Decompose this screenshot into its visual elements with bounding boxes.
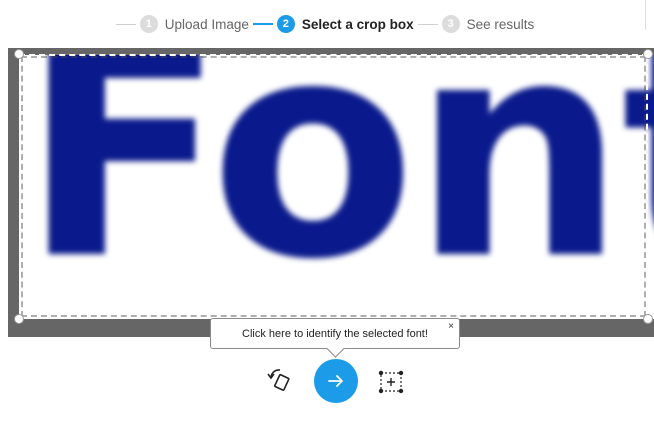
crop-handle-top-left[interactable] (14, 49, 24, 59)
step-select-crop-box[interactable]: 2 Select a crop box (276, 15, 414, 33)
step-connector (252, 23, 273, 25)
crop-handle-bottom-left[interactable] (14, 314, 24, 324)
identify-font-button[interactable] (314, 359, 358, 403)
identify-font-tooltip: Click here to identify the selected font… (210, 318, 460, 349)
step-connector (417, 23, 438, 25)
add-crop-box-button[interactable] (378, 370, 404, 394)
close-icon[interactable]: × (448, 321, 454, 332)
tooltip-text: Click here to identify the selected font… (242, 327, 428, 340)
step-label: See results (466, 16, 535, 32)
add-crop-box-icon (378, 370, 404, 394)
step-upload-image[interactable]: 1 Upload Image (139, 15, 249, 33)
rotate-button[interactable] (265, 364, 295, 394)
stepper: 1 Upload Image 2 Select a crop box 3 See… (0, 0, 654, 48)
step-number: 1 (139, 15, 158, 33)
crop-box[interactable] (19, 54, 648, 319)
step-number: 3 (441, 15, 460, 33)
crop-handle-bottom-right[interactable] (643, 314, 653, 324)
step-connector (115, 23, 136, 25)
crop-handle-top-right[interactable] (643, 49, 653, 59)
step-label: Select a crop box (301, 16, 414, 32)
step-see-results[interactable]: 3 See results (441, 15, 535, 33)
divider (645, 0, 646, 30)
arrow-right-icon (328, 375, 343, 387)
step-label: Upload Image (164, 16, 249, 32)
step-number: 2 (276, 15, 295, 33)
font-identifier-page: 1 Upload Image 2 Select a crop box 3 See… (0, 0, 654, 422)
rotate-icon (267, 369, 290, 391)
